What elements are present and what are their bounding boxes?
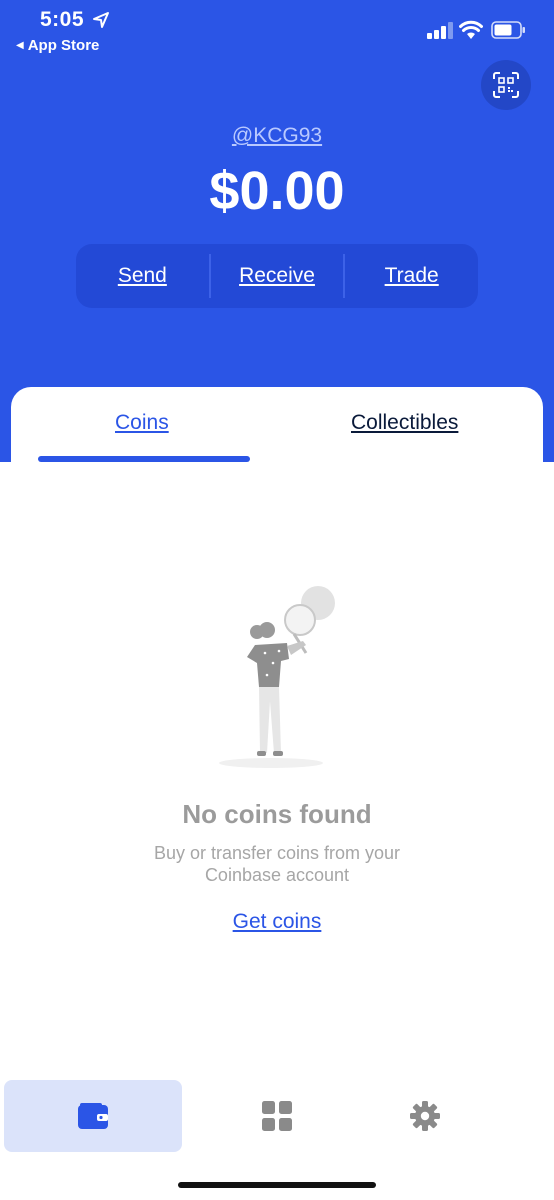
qr-scan-icon	[493, 72, 519, 98]
wallet-balance: $0.00	[209, 161, 345, 221]
empty-state-title: No coins found	[182, 799, 372, 829]
tab-collectibles[interactable]: Collectibles	[351, 411, 458, 435]
signal-icon	[427, 22, 453, 39]
home-indicator[interactable]	[178, 1182, 376, 1188]
status-time: 5:05	[40, 8, 85, 31]
nav-wallet[interactable]	[4, 1080, 182, 1152]
empty-state-illustration	[219, 586, 335, 768]
status-bar: 5:05 ◀ App Store	[0, 0, 554, 60]
receive-button[interactable]: Receive	[211, 264, 344, 288]
empty-state-subtitle: Buy or transfer coins from your Coinbase…	[153, 843, 401, 885]
active-tab-indicator	[38, 456, 250, 462]
send-button[interactable]: Send	[76, 264, 209, 288]
bottom-navigation	[0, 1078, 554, 1200]
nav-apps[interactable]	[187, 1080, 367, 1152]
apps-grid-icon	[262, 1101, 292, 1131]
back-to-app-store[interactable]: ◀ App Store	[16, 37, 99, 54]
trade-button[interactable]: Trade	[345, 264, 478, 288]
back-triangle-icon: ◀	[16, 40, 24, 51]
action-bar: Send Receive Trade	[76, 244, 478, 308]
qr-scan-button[interactable]	[481, 60, 531, 110]
back-app-label: App Store	[27, 37, 100, 54]
tab-coins[interactable]: Coins	[115, 411, 169, 435]
wallet-icon	[78, 1103, 108, 1129]
wifi-icon	[459, 20, 483, 39]
username-link[interactable]: @KCG93	[0, 124, 554, 148]
get-coins-link[interactable]: Get coins	[11, 910, 543, 934]
battery-icon	[491, 21, 525, 39]
location-arrow-icon	[93, 12, 109, 28]
assets-card: Coins Collectibles No coins found Buy or…	[11, 387, 543, 1087]
settings-gear-icon	[409, 1101, 440, 1131]
nav-settings[interactable]	[372, 1080, 477, 1152]
